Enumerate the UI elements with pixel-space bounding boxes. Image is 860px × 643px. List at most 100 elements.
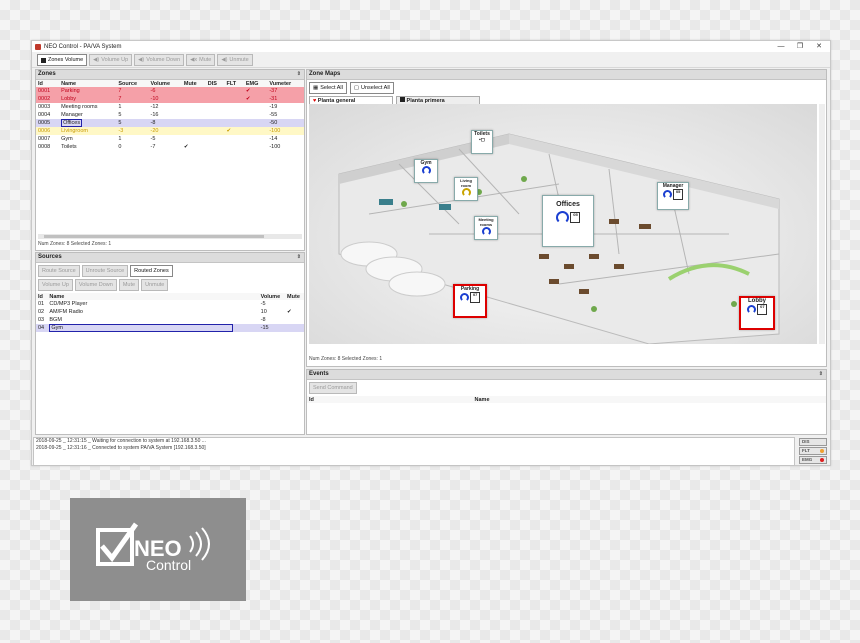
zone-card-offices[interactable]: Offices 05 [542, 195, 594, 247]
zone-cell-vu: -100 [267, 127, 304, 135]
close-button[interactable]: ✕ [810, 41, 828, 52]
zone-row[interactable]: 0007 Gym 1 -5 -14 [36, 135, 304, 143]
routed-zones-button[interactable]: Routed Zones [130, 265, 173, 277]
source-cell-volume: -8 [260, 317, 266, 323]
zones-col-mute[interactable]: Mute [181, 80, 206, 87]
zones-col-dis[interactable]: DIS [205, 80, 225, 87]
zone-cell-source: 5 [116, 119, 149, 127]
zones-col-vumeter[interactable]: Vumeter [267, 80, 304, 87]
source-cell-id: 02 [38, 309, 45, 315]
neo-control-logo: NEO Control [70, 498, 246, 601]
zone-row[interactable]: 0002 Lobby 7 -10 ✔ -31 [36, 95, 304, 103]
source-row[interactable]: 01 CD/MP3 Player -5 [36, 300, 304, 308]
floor-plan-map[interactable]: Toilets ▪◻ Gym Living room Meeting rooms … [309, 104, 817, 344]
zone-card-meeting-rooms[interactable]: Meeting rooms [474, 216, 498, 240]
zone-row[interactable]: 0006 Livingroom -3 -20 ✔ -100 [36, 127, 304, 135]
sources-col-id[interactable]: Id [36, 293, 48, 300]
zone-card-parking[interactable]: Parking 07 [453, 284, 487, 318]
source-cell-mute: ✔ [287, 309, 292, 315]
zone-cell-volume: -16 [150, 112, 159, 118]
zone-row[interactable]: 0004 Manager 5 -16 -55 [36, 111, 304, 119]
select-all-button[interactable]: ▦ Select All [309, 82, 347, 94]
zones-volume-button[interactable]: Zones Volume [37, 54, 88, 66]
zone-cell-volume: -8 [148, 119, 182, 127]
pin-icon[interactable]: ⇕ [819, 370, 823, 379]
sources-col-name[interactable]: Name [47, 293, 259, 300]
zone-card-manager[interactable]: Manager 05 [657, 182, 689, 210]
source-cell-volume: -15 [258, 324, 286, 332]
sources-col-mute[interactable]: Mute [285, 293, 304, 300]
sources-header: Sources ⇕ [36, 253, 304, 263]
unselect-all-button[interactable]: ▢ Unselect All [349, 82, 394, 94]
pin-icon[interactable]: ⇕ [297, 253, 301, 262]
zone-cell-emg [243, 127, 268, 135]
zone-card-lobby[interactable]: Lobby 07 [739, 296, 775, 330]
zone-row[interactable]: 0008 Toilets 0 -7 ✔ -100 [36, 143, 304, 151]
zones-col-id[interactable]: Id [36, 80, 60, 87]
zone-cell-mute [182, 111, 206, 119]
sources-col-volume[interactable]: Volume [258, 293, 286, 300]
source-cell-name: BGM [49, 317, 62, 323]
app-icon [35, 43, 41, 50]
zone-cell-name: Lobby [59, 95, 117, 103]
unmute-button[interactable]: ◀) Unmute [217, 54, 253, 66]
zone-cell-emg [244, 103, 267, 111]
zones-col-flt[interactable]: FLT [224, 80, 244, 87]
zones-col-volume[interactable]: Volume [148, 80, 182, 87]
volume-up-button[interactable]: ◀) Volume Up [89, 54, 133, 66]
zone-cell-id: 0006 [36, 127, 60, 135]
zone-cell-emg [244, 143, 267, 151]
zone-cell-source: 5 [118, 112, 122, 118]
zone-cell-name: Toilets [61, 144, 77, 150]
map-vertical-scrollbar[interactable] [819, 104, 825, 344]
source-volume-up-button[interactable]: Volume Up [38, 279, 73, 291]
zone-card-toilets[interactable]: Toilets ▪◻ [471, 130, 493, 154]
source-row[interactable]: 04 Gym -15 [36, 324, 304, 332]
pin-icon[interactable]: ⇕ [297, 70, 301, 79]
source-row[interactable]: 02 AM/FM Radio 10 ✔ [36, 308, 304, 316]
zone-cell-mute [181, 127, 206, 135]
mute-button[interactable]: ◀x Mute [186, 54, 216, 66]
zones-col-emg[interactable]: EMG [243, 80, 268, 87]
zones-col-name[interactable]: Name [59, 80, 117, 87]
zone-card-gym[interactable]: Gym [414, 159, 438, 183]
send-command-button[interactable]: Send Command [309, 382, 357, 394]
source-mute-button[interactable]: Mute [118, 279, 140, 291]
zone-cell-id: 0001 [36, 87, 60, 95]
zone-cell-id: 0003 [38, 104, 51, 110]
zone-cell-source: 7 [116, 87, 149, 95]
source-volume-down-button[interactable]: Volume Down [74, 279, 117, 291]
zone-cell-dis [206, 111, 225, 119]
zone-cell-vu: -19 [269, 104, 278, 110]
source-cell-id: 04 [36, 324, 48, 332]
zone-cell-id: 0004 [38, 112, 51, 118]
source-unmute-button[interactable]: Unmute [141, 279, 169, 291]
zone-cell-name: Gym [61, 136, 73, 142]
volume-gauge-icon [662, 190, 672, 199]
unroute-source-button[interactable]: Unroute Source [81, 265, 129, 277]
maximize-button[interactable]: ❐ [791, 41, 809, 52]
zone-cell-flt [224, 135, 243, 143]
zones-horizontal-scrollbar[interactable] [38, 234, 302, 239]
zone-cell-id: 0008 [38, 144, 51, 150]
volume-down-button[interactable]: ◀) Volume Down [134, 54, 185, 66]
route-source-button[interactable]: Route Source [38, 265, 80, 277]
zone-card-living-room[interactable]: Living room [454, 177, 478, 201]
zone-row[interactable]: 0003 Meeting rooms 1 -12 -19 [36, 103, 304, 111]
zones-header: Zones ⇕ [36, 70, 304, 80]
minimize-button[interactable]: — [772, 41, 790, 52]
speaker-icon: 05 [673, 189, 684, 200]
zone-row[interactable]: 0001 Parking 7 -6 ✔ -37 [36, 87, 304, 95]
zone-cell-emg [244, 111, 267, 119]
main-toolbar: Zones Volume ◀) Volume Up ◀) Volume Down… [32, 53, 830, 68]
source-cell-mute [285, 316, 304, 324]
source-row[interactable]: 03 BGM -8 [36, 316, 304, 324]
events-col-id: Id [307, 396, 473, 403]
zone-cell-vu: -55 [269, 112, 278, 118]
zones-col-source[interactable]: Source [116, 80, 149, 87]
zone-row[interactable]: 0005 Offices 5 -8 -50 [36, 119, 304, 127]
log-line: 2018-09-25 _ 12:31:16 _ Connected to sys… [36, 445, 206, 451]
zone-cell-dis [205, 87, 225, 95]
zone-cell-source: 1 [118, 104, 122, 110]
speaker-icon: 05 [570, 212, 581, 223]
